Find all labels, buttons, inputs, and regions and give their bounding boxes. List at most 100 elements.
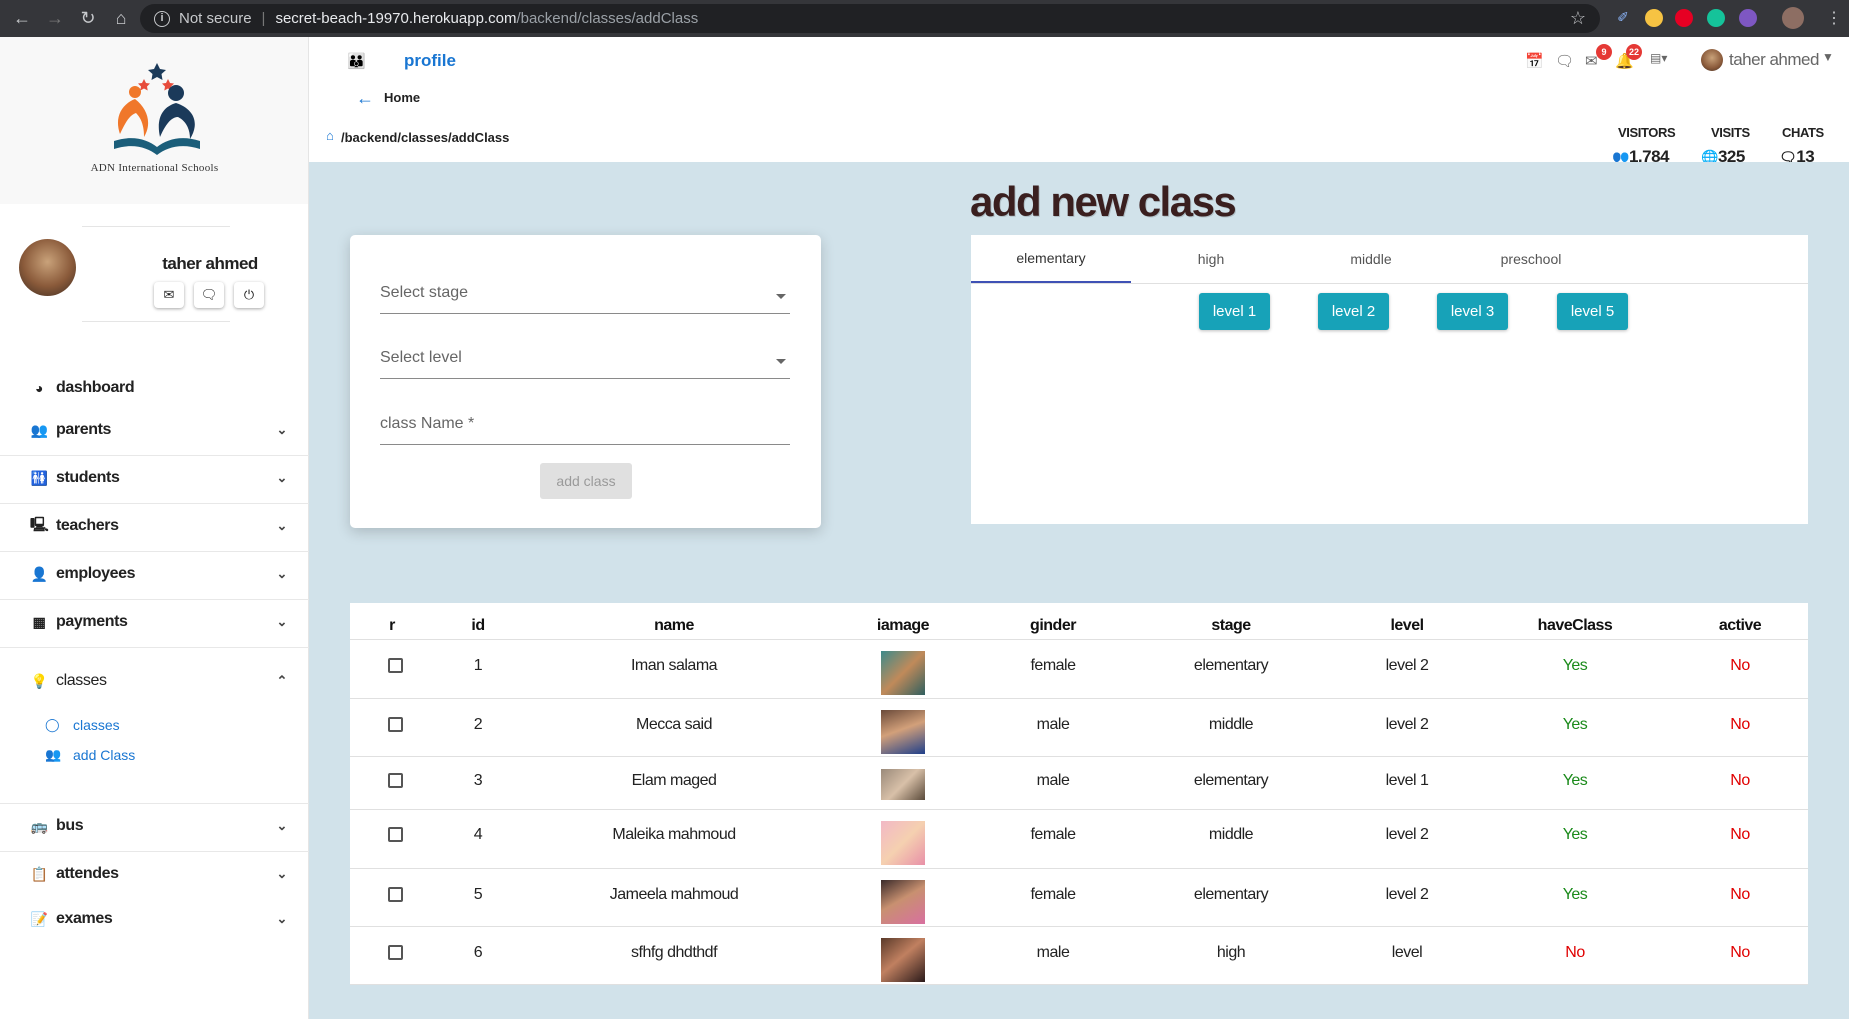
back-arrow-icon[interactable]: ← <box>356 88 374 109</box>
table-row[interactable]: 1 Iman salama female elementary level 2 … <box>350 639 1808 698</box>
column-header[interactable]: level <box>1390 617 1424 635</box>
level-button[interactable]: level 2 <box>1318 293 1389 330</box>
sidebar-item-parents[interactable]: 👥 parents ⌄ <box>0 408 309 452</box>
user-panel: taher ahmed ✉ 🗨 ⏻ <box>0 204 308 384</box>
bookmark-star-icon[interactable]: ☆ <box>1570 8 1586 29</box>
tab-preschool[interactable]: preschool <box>1451 235 1611 283</box>
profile-link[interactable]: profile <box>404 51 456 71</box>
sidebar-item-classes[interactable]: 💡 classes ⌃ <box>0 659 309 703</box>
logo-text: ADN International Schools <box>90 162 219 174</box>
sidebar-user-name: taher ahmed <box>162 254 258 273</box>
logout-button[interactable]: ⏻ <box>234 282 264 308</box>
sidebar-item-payments[interactable]: ▦ payments ⌄ <box>0 600 309 644</box>
sidebar-item-label: payments <box>56 613 128 630</box>
home-icon[interactable]: ⌂ <box>326 128 334 143</box>
sidebar-item-employees[interactable]: 👤 employees ⌄ <box>0 552 309 596</box>
sidebar-subitem-add-class[interactable]: 👥 add Class <box>45 747 135 763</box>
level-select[interactable]: Select level <box>380 349 790 379</box>
sidebar-item-bus[interactable]: 🚌 bus ⌄ <box>0 804 309 848</box>
cell-level: level 2 <box>1385 657 1429 674</box>
cell-active: No <box>1730 826 1750 843</box>
comments-icon[interactable]: 🗨 <box>1555 52 1574 70</box>
extension-yellow-icon[interactable] <box>1645 9 1663 27</box>
table-row[interactable]: 2 Mecca said male middle level 2 Yes No <box>350 698 1808 756</box>
add-class-button[interactable]: add class <box>540 463 632 499</box>
row-checkbox[interactable] <box>388 945 403 960</box>
stage-select[interactable]: Select stage <box>380 284 790 314</box>
bus-icon: 🚌 <box>30 817 48 834</box>
cell-gender: male <box>1036 944 1070 961</box>
mail-button[interactable]: ✉ <box>154 282 184 308</box>
table-row[interactable]: 3 Elam maged male elementary level 1 Yes… <box>350 756 1808 809</box>
tab-high[interactable]: high <box>1131 235 1291 283</box>
sidebar-item-attendes[interactable]: 📋 attendes ⌄ <box>0 852 309 896</box>
chevron-down-icon: ⌄ <box>276 911 288 926</box>
column-header[interactable]: iamage <box>877 617 930 635</box>
calendar-icon[interactable]: 📅 <box>1525 52 1544 70</box>
level-button[interactable]: level 1 <box>1199 293 1270 330</box>
avatar[interactable] <box>19 239 76 296</box>
lightbulb-icon: 💡 <box>30 672 48 689</box>
cell-name: Iman salama <box>630 657 718 674</box>
cell-id: 6 <box>473 944 483 961</box>
sidebar-subitem-classes[interactable]: ◯ classes <box>45 717 120 733</box>
row-checkbox[interactable] <box>388 717 403 732</box>
info-icon[interactable]: i <box>154 10 170 27</box>
home-icon[interactable]: ⌂ <box>110 8 132 30</box>
sidebar-item-teachers[interactable]: 🖳 teachers ⌄ <box>0 504 309 548</box>
caret-down-icon[interactable]: ▼ <box>1822 50 1834 64</box>
browser-avatar[interactable] <box>1782 7 1804 29</box>
cell-name: sfhfg dhdthdf <box>630 944 718 961</box>
column-header[interactable]: id <box>471 617 485 635</box>
column-header[interactable]: active <box>1719 617 1762 635</box>
table-row[interactable]: 6 sfhfg dhdthdf male high level No No <box>350 926 1808 985</box>
cell-id: 3 <box>473 772 483 789</box>
grammarly-icon[interactable] <box>1707 9 1725 27</box>
table-row[interactable]: 5 Jameela mahmoud female elementary leve… <box>350 868 1808 926</box>
cell-level: level 2 <box>1385 716 1429 733</box>
tab-middle[interactable]: middle <box>1291 235 1451 283</box>
level-button[interactable]: level 5 <box>1557 293 1628 330</box>
header-user-name[interactable]: taher ahmed <box>1729 50 1819 70</box>
url-separator: | <box>261 10 266 27</box>
cell-gender: male <box>1036 772 1070 789</box>
student-photo <box>881 821 925 865</box>
row-checkbox[interactable] <box>388 658 403 673</box>
column-header[interactable]: haveClass <box>1538 617 1613 635</box>
column-header[interactable]: name <box>654 617 694 635</box>
sidebar-item-label: students <box>56 469 120 486</box>
extension-blue-icon[interactable] <box>1739 9 1757 27</box>
column-header[interactable]: ginder <box>1030 617 1076 635</box>
home-link[interactable]: Home <box>384 90 420 105</box>
cell-gender: male <box>1036 716 1070 733</box>
row-checkbox[interactable] <box>388 773 403 788</box>
sidebar-item-students[interactable]: 🚻 students ⌄ <box>0 456 309 500</box>
pinterest-icon[interactable] <box>1675 9 1693 27</box>
row-checkbox[interactable] <box>388 887 403 902</box>
address-bar[interactable]: i Not secure | secret-beach-19970.heroku… <box>140 4 1600 33</box>
language-icon[interactable]: ▤▾ <box>1650 51 1667 65</box>
chat-button[interactable]: 🗨 <box>194 282 224 308</box>
forward-arrow-icon[interactable]: → <box>44 8 66 30</box>
chevron-down-icon: ⌄ <box>276 566 288 581</box>
level-button[interactable]: level 3 <box>1437 293 1508 330</box>
cell-name: Elam maged <box>631 772 717 789</box>
tab-elementary[interactable]: elementary <box>971 235 1131 283</box>
cell-gender: female <box>1030 826 1076 843</box>
column-header[interactable]: r <box>389 617 395 635</box>
avatar[interactable] <box>1701 49 1723 71</box>
reload-icon[interactable]: ↻ <box>77 8 99 30</box>
extension-pen-icon[interactable]: ✐ <box>1614 9 1632 27</box>
sidebar-item-dashboard[interactable]: ◕ dashboard <box>0 366 309 410</box>
cell-name: Mecca said <box>636 716 712 733</box>
browser-menu-icon[interactable]: ⋮ <box>1826 8 1842 28</box>
class-name-input[interactable]: class Name * <box>380 415 790 445</box>
sidebar-item-exames[interactable]: 📝 exames ⌄ <box>0 897 309 941</box>
column-header[interactable]: stage <box>1211 617 1251 635</box>
cell-stage: elementary <box>1193 657 1269 674</box>
payments-icon: ▦ <box>32 613 46 630</box>
table-row[interactable]: 4 Maleika mahmoud female middle level 2 … <box>350 809 1808 868</box>
row-checkbox[interactable] <box>388 827 403 842</box>
sidebar-item-label: bus <box>56 817 84 834</box>
back-arrow-icon[interactable]: ← <box>11 8 33 30</box>
